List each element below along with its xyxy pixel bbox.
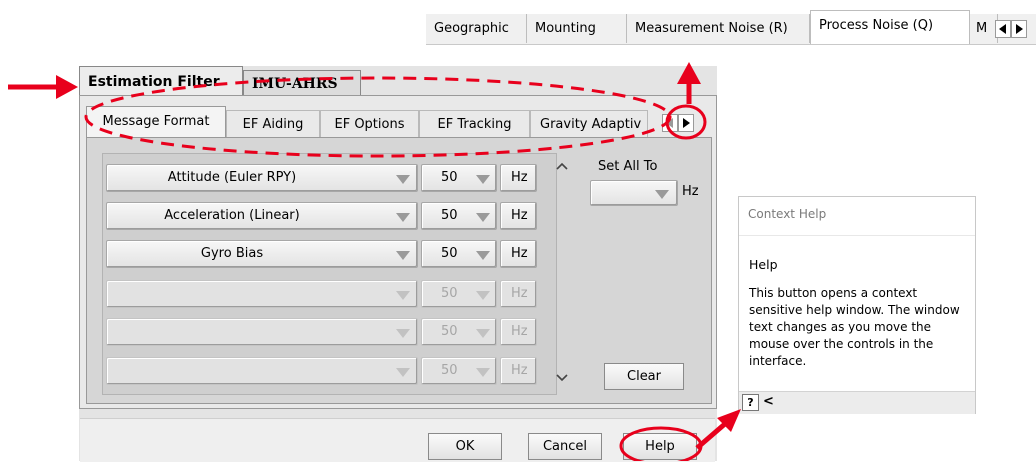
dropdown-arrow-icon: [655, 190, 669, 199]
tab-more[interactable]: M: [970, 14, 998, 43]
tab-scroll-left-button[interactable]: [995, 20, 1011, 38]
ok-button[interactable]: OK: [428, 433, 502, 460]
dropdown-arrow-icon: [476, 291, 490, 300]
message-select-value: Attitude (Euler RPY): [167, 170, 297, 185]
rate-value: 50: [441, 324, 458, 339]
tab-gravity-adaptive[interactable]: Gravity Adaptiv: [530, 110, 648, 138]
tab-mounting[interactable]: Mounting: [527, 14, 627, 43]
tab-ef-options[interactable]: EF Options: [320, 110, 419, 138]
rate-value: 50: [441, 363, 458, 378]
dropdown-arrow-icon: [396, 291, 410, 300]
unit-label: Hz: [500, 280, 537, 308]
unit-text: Hz: [511, 324, 528, 339]
message-select: [106, 280, 418, 308]
arrow-right-icon: [1016, 24, 1023, 34]
help-button[interactable]: Help: [623, 433, 697, 460]
unit-text: Hz: [511, 363, 528, 378]
message-select[interactable]: Gyro Bias: [106, 240, 418, 268]
unit-text: Hz: [511, 170, 528, 185]
dropdown-arrow-icon: [396, 251, 410, 260]
question-icon[interactable]: ?: [742, 394, 759, 411]
tab-imu-ahrs[interactable]: IMU-AHRS: [243, 70, 361, 96]
message-select[interactable]: Attitude (Euler RPY): [106, 164, 418, 192]
set-all-label: Set All To: [598, 159, 658, 174]
divider: [739, 235, 975, 236]
set-all-select[interactable]: [590, 180, 678, 206]
dropdown-arrow-icon: [476, 175, 490, 184]
rate-select[interactable]: 50: [421, 202, 497, 230]
rate-select: 50: [421, 280, 497, 308]
rate-select[interactable]: 50: [421, 240, 497, 268]
dialog-footer: [80, 418, 715, 462]
unit-text: Hz: [511, 246, 528, 261]
rate-value: 50: [441, 286, 458, 301]
dropdown-arrow-icon: [396, 329, 410, 338]
rate-select: 50: [421, 357, 497, 385]
unit-label: Hz: [500, 240, 537, 268]
tab-ef-tracking[interactable]: EF Tracking: [419, 110, 530, 138]
dropdown-arrow-icon: [396, 175, 410, 184]
rate-select[interactable]: 50: [421, 164, 497, 192]
clear-button[interactable]: Clear: [604, 363, 684, 390]
tab-scroll-right-button[interactable]: [1011, 20, 1027, 38]
context-help-text: This button opens a context sensitive he…: [749, 286, 960, 368]
tab-process-noise[interactable]: Process Noise (Q): [810, 10, 970, 44]
tab-geographic[interactable]: Geographic: [426, 14, 527, 43]
rate-value: 50: [441, 208, 458, 223]
inner-tab-bar: Message Format EF Aiding EF Options EF T…: [86, 106, 712, 139]
tab-estimation-filter[interactable]: Estimation Filter: [79, 66, 243, 96]
arrow-left-icon: [999, 24, 1006, 34]
tab-message-format[interactable]: Message Format: [86, 106, 226, 139]
context-help-title: Context Help: [748, 207, 827, 221]
set-all-unit: Hz: [682, 184, 699, 199]
message-select-value: Gyro Bias: [200, 246, 264, 261]
scroll-down-icon[interactable]: [555, 372, 569, 384]
context-help-window: Context Help Help This button opens a co…: [738, 196, 976, 414]
inner-tab-scroll-right-button[interactable]: [678, 114, 694, 132]
top-tab-strip: Geographic Mounting Measurement Noise (R…: [426, 10, 1036, 45]
dropdown-arrow-icon: [476, 329, 490, 338]
message-select: [106, 357, 418, 385]
rate-value: 50: [441, 170, 458, 185]
message-select-value: Acceleration (Linear): [164, 208, 300, 223]
rate-value: 50: [441, 246, 458, 261]
dropdown-arrow-icon: [476, 368, 490, 377]
annotation-arrow-left: [8, 75, 78, 99]
arrow-right-icon: [683, 118, 690, 128]
unit-label: Hz: [500, 357, 537, 385]
cancel-button[interactable]: Cancel: [528, 433, 602, 460]
unit-label: Hz: [500, 202, 537, 230]
scroll-up-icon[interactable]: [555, 160, 569, 172]
outer-tab-bar: Estimation Filter IMU-AHRS: [79, 66, 717, 96]
inner-tab-scroll-left-button[interactable]: [662, 114, 678, 132]
context-help-subtitle: Help: [749, 257, 778, 272]
dropdown-arrow-icon: [476, 213, 490, 222]
arrow-left-icon: [666, 118, 673, 128]
tab-measurement-noise[interactable]: Measurement Noise (R): [627, 14, 810, 43]
context-help-toolbar: ? <: [739, 391, 975, 414]
unit-label: Hz: [500, 318, 537, 346]
message-select: [106, 318, 418, 346]
dropdown-arrow-icon: [396, 213, 410, 222]
unit-text: Hz: [511, 208, 528, 223]
message-select[interactable]: Acceleration (Linear): [106, 202, 418, 230]
back-arrow-icon[interactable]: <: [763, 394, 774, 409]
tab-ef-aiding[interactable]: EF Aiding: [226, 110, 320, 138]
dropdown-arrow-icon: [396, 368, 410, 377]
rate-select: 50: [421, 318, 497, 346]
unit-label: Hz: [500, 164, 537, 192]
dropdown-arrow-icon: [476, 251, 490, 260]
unit-text: Hz: [511, 286, 528, 301]
